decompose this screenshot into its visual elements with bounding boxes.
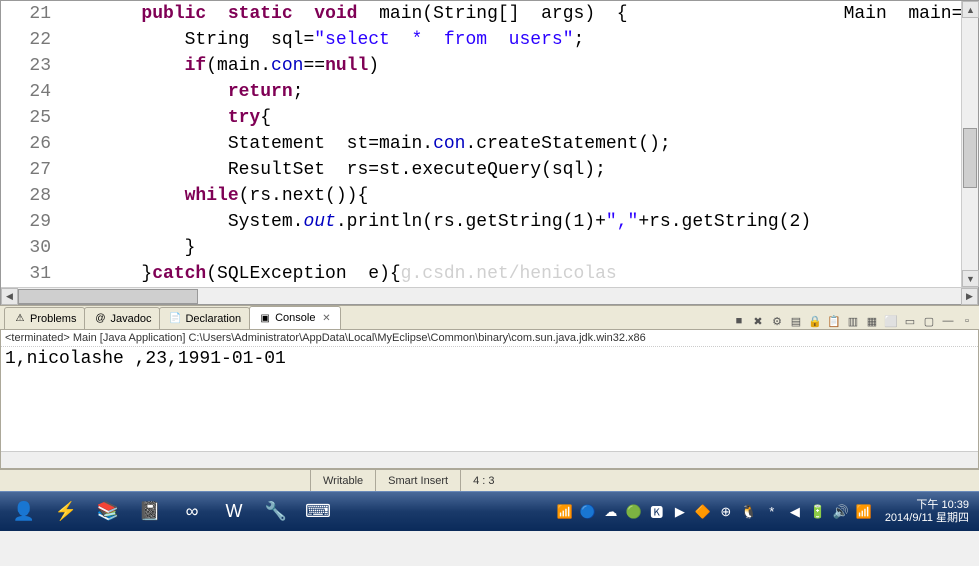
clock-time: 下午 10:39: [885, 499, 969, 512]
taskbar-app-2[interactable]: 📚: [88, 495, 128, 529]
declaration-icon: 📄: [168, 312, 182, 326]
code-editor[interactable]: 2122232425262728293031 public static voi…: [0, 0, 979, 305]
line-number: 28: [15, 183, 51, 209]
line-number: 29: [15, 209, 51, 235]
console-view: <terminated> Main [Java Application] C:\…: [0, 329, 979, 469]
code-line[interactable]: while(rs.next()){: [55, 183, 978, 209]
breakpoint-gutter[interactable]: [1, 1, 15, 287]
console-toolbar-button-10[interactable]: ▢: [921, 313, 937, 329]
code-line[interactable]: ResultSet rs=st.executeQuery(sql);: [55, 157, 978, 183]
tray-icon-10[interactable]: ◀: [786, 503, 804, 521]
code-line[interactable]: String sql="select * from users";: [55, 27, 978, 53]
code-line[interactable]: return;: [55, 79, 978, 105]
tab-console[interactable]: ▣ Console ✕: [249, 306, 341, 329]
console-toolbar-button-8[interactable]: ⬜: [883, 313, 899, 329]
console-toolbar-button-6[interactable]: ▥: [845, 313, 861, 329]
tab-label: Problems: [30, 313, 76, 325]
code-line[interactable]: }: [55, 235, 978, 261]
console-output[interactable]: 1,nicolashe ,23,1991-01-01: [1, 347, 978, 451]
status-cursor-position: 4 : 3: [460, 470, 506, 491]
line-number: 27: [15, 157, 51, 183]
close-icon[interactable]: ✕: [320, 312, 332, 324]
problems-icon: ⚠: [13, 312, 27, 326]
tray-icon-6[interactable]: 🔶: [694, 503, 712, 521]
taskbar-clock[interactable]: 下午 10:39 2014/9/11 星期四: [879, 499, 975, 525]
tray-icon-12[interactable]: 🔊: [832, 503, 850, 521]
vertical-scroll-thumb[interactable]: [963, 128, 977, 188]
line-number: 24: [15, 79, 51, 105]
scroll-down-arrow[interactable]: ▼: [962, 270, 979, 287]
line-number: 23: [15, 53, 51, 79]
console-toolbar-button-3[interactable]: ▤: [788, 313, 804, 329]
taskbar-app-5[interactable]: W: [214, 495, 254, 529]
console-toolbar-button-12[interactable]: ▫: [959, 313, 975, 329]
tray-icon-13[interactable]: 📶: [855, 503, 873, 521]
tray-icon-4[interactable]: 🅺: [648, 503, 666, 521]
taskbar-app-7[interactable]: ⌨: [298, 495, 338, 529]
tab-label: Declaration: [185, 313, 241, 325]
code-content[interactable]: public static void main(String[] args) {…: [55, 1, 978, 287]
code-line[interactable]: if(main.con==null): [55, 53, 978, 79]
tray-icon-8[interactable]: 🐧: [740, 503, 758, 521]
taskbar-app-0[interactable]: 👤: [4, 495, 44, 529]
code-line[interactable]: System.out.println(rs.getString(1)+","+r…: [55, 209, 978, 235]
tab-javadoc[interactable]: @ Javadoc: [84, 307, 160, 329]
tab-label: Console: [275, 312, 315, 324]
editor-horizontal-scrollbar[interactable]: ◀ ▶: [1, 287, 978, 304]
taskbar-app-3[interactable]: 📓: [130, 495, 170, 529]
code-line[interactable]: try{: [55, 105, 978, 131]
code-line[interactable]: Statement st=main.con.createStatement();: [55, 131, 978, 157]
tab-label: Javadoc: [110, 313, 151, 325]
line-number: 31: [15, 261, 51, 287]
tray-icon-11[interactable]: 🔋: [809, 503, 827, 521]
console-toolbar-button-5[interactable]: 📋: [826, 313, 842, 329]
console-toolbar-button-0[interactable]: ■: [731, 313, 747, 329]
status-writable: Writable: [310, 470, 375, 491]
console-process-label: <terminated> Main [Java Application] C:\…: [1, 330, 978, 347]
console-toolbar-button-1[interactable]: ✖: [750, 313, 766, 329]
console-horizontal-scrollbar[interactable]: [1, 451, 978, 468]
line-number: 22: [15, 27, 51, 53]
code-line[interactable]: public static void main(String[] args) {…: [55, 1, 978, 27]
tray-icon-9[interactable]: *: [763, 503, 781, 521]
tab-problems[interactable]: ⚠ Problems: [4, 307, 85, 329]
console-toolbar-button-4[interactable]: 🔒: [807, 313, 823, 329]
taskbar-app-1[interactable]: ⚡: [46, 495, 86, 529]
scroll-up-arrow[interactable]: ▲: [962, 1, 979, 18]
status-bar: Writable Smart Insert 4 : 3: [0, 469, 979, 491]
line-number: 21: [15, 1, 51, 27]
javadoc-icon: @: [93, 312, 107, 326]
console-toolbar-button-2[interactable]: ⚙: [769, 313, 785, 329]
scroll-left-arrow[interactable]: ◀: [1, 288, 18, 305]
line-number: 25: [15, 105, 51, 131]
windows-taskbar: 👤⚡📚📓∞W🔧⌨ 📶 🔵 ☁ 🟢 🅺 ▶ 🔶 ⊕ 🐧 * ◀ 🔋 🔊 📶 下午 10:39 2014/9/…: [0, 491, 979, 531]
editor-vertical-scrollbar[interactable]: ▲ ▼: [961, 1, 978, 287]
tray-icon-7[interactable]: ⊕: [717, 503, 735, 521]
taskbar-app-4[interactable]: ∞: [172, 495, 212, 529]
console-toolbar-button-7[interactable]: ▦: [864, 313, 880, 329]
line-number: 26: [15, 131, 51, 157]
view-tabs: ⚠ Problems @ Javadoc 📄 Declaration ▣ Con…: [0, 305, 979, 329]
tray-icon-3[interactable]: 🟢: [625, 503, 643, 521]
tray-icon-5[interactable]: ▶: [671, 503, 689, 521]
status-insert-mode: Smart Insert: [375, 470, 460, 491]
horizontal-scroll-thumb[interactable]: [18, 289, 198, 304]
console-icon: ▣: [258, 311, 272, 325]
console-toolbar: ■✖⚙▤🔒📋▥▦⬜▭▢—▫: [731, 313, 979, 329]
taskbar-app-6[interactable]: 🔧: [256, 495, 296, 529]
line-number: 30: [15, 235, 51, 261]
scroll-right-arrow[interactable]: ▶: [961, 288, 978, 305]
line-number-gutter: 2122232425262728293031: [15, 1, 55, 287]
code-line[interactable]: }catch(SQLException e){g.csdn.net/henico…: [55, 261, 978, 287]
tray-icon-1[interactable]: 🔵: [579, 503, 597, 521]
tray-icon-0[interactable]: 📶: [556, 503, 574, 521]
clock-date: 2014/9/11 星期四: [885, 512, 969, 525]
console-toolbar-button-11[interactable]: —: [940, 313, 956, 329]
tray-icon-2[interactable]: ☁: [602, 503, 620, 521]
console-toolbar-button-9[interactable]: ▭: [902, 313, 918, 329]
tab-declaration[interactable]: 📄 Declaration: [159, 307, 250, 329]
